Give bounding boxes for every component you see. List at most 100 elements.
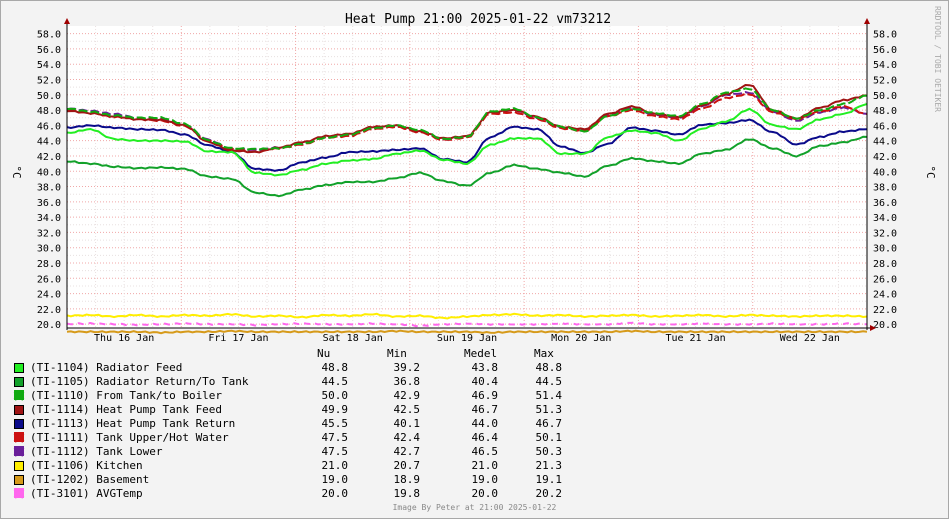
y-axis-label-right: °C	[924, 165, 937, 178]
y-tick-label-left: 42.0	[37, 152, 61, 163]
y-tick-label-right: 28.0	[873, 259, 897, 270]
legend-value-min: 42.9	[393, 389, 421, 402]
y-tick-label-right: 40.0	[873, 167, 897, 178]
legend-value-max: 21.3	[535, 459, 563, 472]
legend-value-avg: 46.4	[471, 431, 499, 444]
y-tick-label-left: 34.0	[37, 213, 61, 224]
legend-value-avg: 40.4	[471, 375, 499, 388]
x-tick-label: Mon 20 Jan	[551, 333, 611, 344]
legend-value-now: 44.5	[321, 375, 349, 388]
y-tick-label-left: 50.0	[37, 91, 61, 102]
legend-row: (TI-1106) Kitchen 21.0 20.7 21.0 21.3	[14, 459, 614, 473]
legend-value-avg: 43.8	[471, 361, 499, 374]
legend-row: (TI-1113) Heat Pump Tank Return 45.5 40.1 4…	[14, 417, 614, 431]
legend-label: (TI-3101) AVGTemp	[30, 487, 143, 500]
legend-row: (TI-1114) Heat Pump Tank Feed 49.9 42.5 46.…	[14, 403, 614, 417]
legend-value-avg: 44.0	[471, 417, 499, 430]
y-tick-label-right: 26.0	[873, 274, 897, 285]
legend-header-min: Min	[387, 347, 407, 360]
y-tick-label-left: 56.0	[37, 45, 61, 56]
y-tick-label-left: 58.0	[37, 30, 61, 41]
y-tick-label-right: 46.0	[873, 121, 897, 132]
y-tick-label-right: 54.0	[873, 60, 897, 71]
legend-swatch-icon	[14, 419, 24, 429]
legend-value-min: 42.4	[393, 431, 421, 444]
legend-value-min: 42.7	[393, 445, 421, 458]
y-tick-label-left: 52.0	[37, 76, 61, 87]
legend-value-avg: 20.0	[471, 487, 499, 500]
legend-swatch-icon	[14, 488, 24, 498]
legend-value-now: 45.5	[321, 417, 349, 430]
y-tick-label-left: 24.0	[37, 290, 61, 301]
legend-row: (TI-1111) Tank Upper/Hot Water 47.5 42.4 46…	[14, 431, 614, 445]
legend-row: (TI-1112) Tank Lower 47.5 42.7 46.5 50.3	[14, 445, 614, 459]
legend-value-min: 20.7	[393, 459, 421, 472]
legend-row: (TI-1104) Radiator Feed 48.8 39.2 43.8 48.8	[14, 361, 614, 375]
legend-label: (TI-1111) Tank Upper/Hot Water	[30, 431, 229, 444]
legend-value-max: 50.1	[535, 431, 563, 444]
legend-value-max: 19.1	[535, 473, 563, 486]
y-tick-label-right: 48.0	[873, 106, 897, 117]
legend-header-now: Nu	[317, 347, 331, 360]
legend-swatch-icon	[14, 405, 24, 415]
x-tick-label: Wed 22 Jan	[780, 333, 840, 344]
y-tick-label-right: 36.0	[873, 198, 897, 209]
legend-value-max: 44.5	[535, 375, 563, 388]
chart-title: Heat Pump 21:00 2025-01-22 vm73212	[345, 12, 611, 27]
footer-credit: Image By Peter at 21:00 2025-01-22	[392, 503, 557, 512]
legend-value-now: 19.0	[321, 473, 349, 486]
y-tick-label-right: 50.0	[873, 91, 897, 102]
legend-row: (TI-1105) Radiator Return/To Tank 44.5 36.…	[14, 375, 614, 389]
y-tick-label-left: 32.0	[37, 228, 61, 239]
legend-row: (TI-3101) AVGTemp 20.0 19.8 20.0 20.2	[14, 487, 614, 501]
legend-value-avg: 46.5	[471, 445, 499, 458]
y-tick-label-left: 40.0	[37, 167, 61, 178]
legend-row: (TI-1202) Basement 19.0 18.9 19.0 19.1	[14, 473, 614, 487]
y-tick-label-left: 22.0	[37, 305, 61, 316]
x-tick-label: Sun 19 Jan	[437, 333, 497, 344]
legend-label: (TI-1113) Heat Pump Tank Return	[30, 417, 236, 430]
x-tick-label: Fri 17 Jan	[208, 333, 268, 344]
legend-value-min: 40.1	[393, 417, 421, 430]
y-tick-label-left: 26.0	[37, 274, 61, 285]
y-tick-label-left: 46.0	[37, 121, 61, 132]
legend-value-now: 49.9	[321, 403, 349, 416]
legend-value-now: 47.5	[321, 445, 349, 458]
y-tick-label-right: 22.0	[873, 305, 897, 316]
y-tick-label-left: 44.0	[37, 137, 61, 148]
legend-value-min: 18.9	[393, 473, 421, 486]
legend-value-min: 39.2	[393, 361, 421, 374]
legend-value-now: 20.0	[321, 487, 349, 500]
legend-value-max: 48.8	[535, 361, 563, 374]
legend-value-now: 47.5	[321, 431, 349, 444]
legend-label: (TI-1110) From Tank/to Boiler	[30, 389, 223, 402]
legend-swatch-icon	[14, 475, 24, 485]
legend-header-avg: Medel	[464, 347, 498, 360]
legend-swatch-icon	[14, 377, 24, 387]
legend-row: (TI-1110) From Tank/to Boiler 50.0 42.9 46.…	[14, 389, 614, 403]
legend-swatch-icon	[14, 363, 24, 373]
legend-value-max: 46.7	[535, 417, 563, 430]
y-tick-label-right: 24.0	[873, 290, 897, 301]
y-tick-label-right: 32.0	[873, 228, 897, 239]
y-tick-label-left: 48.0	[37, 106, 61, 117]
y-tick-label-right: 30.0	[873, 244, 897, 255]
legend-label: (TI-1112) Tank Lower	[30, 445, 163, 458]
y-tick-label-left: 28.0	[37, 259, 61, 270]
legend-swatch-icon	[14, 446, 24, 456]
y-axis-label-left: °C	[10, 165, 23, 178]
legend-value-now: 50.0	[321, 389, 349, 402]
y-tick-label-left: 30.0	[37, 244, 61, 255]
y-axis-arrow-left-icon	[64, 18, 70, 24]
legend-label: (TI-1106) Kitchen	[30, 459, 143, 472]
y-tick-label-right: 52.0	[873, 76, 897, 87]
y-tick-label-left: 20.0	[37, 320, 61, 331]
legend-value-now: 21.0	[321, 459, 349, 472]
y-tick-label-right: 58.0	[873, 30, 897, 41]
x-tick-labels: Thu 16 Jan Fri 17 Jan Sat 18 Jan Sun 19 Jan…	[94, 333, 840, 344]
legend-value-avg: 46.9	[471, 389, 499, 402]
y-tick-label-left: 38.0	[37, 183, 61, 194]
legend-value-min: 19.8	[393, 487, 421, 500]
legend-label: (TI-1114) Heat Pump Tank Feed	[30, 403, 223, 416]
watermark: RRDTOOL / TOBI OETIKER	[933, 6, 942, 112]
